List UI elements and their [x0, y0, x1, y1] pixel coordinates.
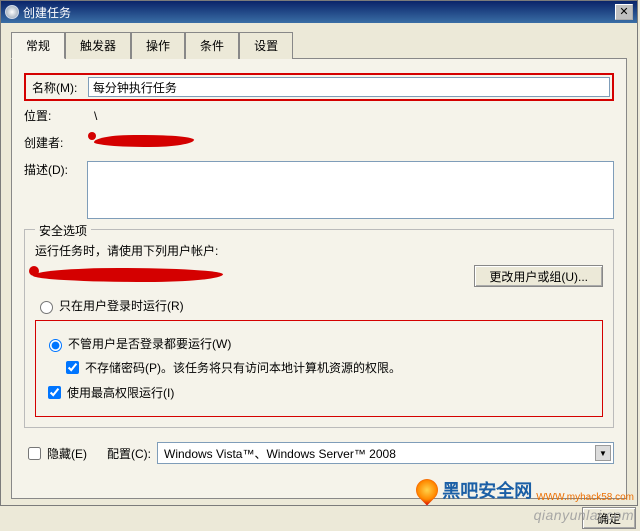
name-label: 名称(M): — [32, 79, 84, 96]
tab-conditions[interactable]: 条件 — [185, 32, 239, 59]
radio-logged-on-label: 只在用户登录时运行(R) — [59, 297, 184, 314]
radio-logged-on-input[interactable] — [40, 301, 53, 314]
chevron-down-icon[interactable]: ▼ — [595, 445, 611, 461]
no-password-input[interactable] — [66, 361, 79, 374]
radio-always-input[interactable] — [49, 339, 62, 352]
creator-label: 创建者: — [24, 134, 94, 151]
configure-for-label: 配置(C): — [107, 445, 151, 462]
radio-always-label: 不管用户是否登录都要运行(W) — [68, 335, 231, 352]
tab-triggers[interactable]: 触发器 — [65, 32, 131, 59]
tab-settings[interactable]: 设置 — [239, 32, 293, 59]
runas-account-row: 更改用户或组(U)... — [35, 265, 603, 287]
ok-button-wrap: 确定 — [582, 507, 636, 529]
hidden-label: 隐藏(E) — [47, 445, 87, 462]
security-legend: 安全选项 — [35, 222, 91, 239]
runas-text: 运行任务时，请使用下列用户帐户: — [35, 242, 603, 259]
tab-panel-general: 名称(M): 位置: \ 创建者: 描述(D): 安全选项 运行任务时，请使用下… — [11, 59, 627, 499]
highest-priv-label: 使用最高权限运行(I) — [67, 384, 174, 401]
description-textarea[interactable] — [87, 161, 615, 219]
name-input[interactable] — [88, 77, 610, 97]
location-row: 位置: \ — [24, 107, 614, 124]
run-options-highlight: 不管用户是否登录都要运行(W) 不存储密码(P)。该任务将只有访问本地计算机资源… — [35, 320, 603, 417]
hidden-input[interactable] — [28, 447, 41, 460]
checkbox-highest-privileges[interactable]: 使用最高权限运行(I) — [44, 383, 594, 402]
app-icon — [5, 5, 19, 19]
highest-priv-input[interactable] — [48, 386, 61, 399]
configure-for-select[interactable]: Windows Vista™、Windows Server™ 2008 ▼ — [157, 442, 614, 464]
checkbox-no-password[interactable]: 不存储密码(P)。该任务将只有访问本地计算机资源的权限。 — [62, 358, 594, 377]
bottom-row: 隐藏(E) 配置(C): Windows Vista™、Windows Serv… — [24, 442, 614, 464]
security-groupbox: 安全选项 运行任务时，请使用下列用户帐户: 更改用户或组(U)... 只在用户登… — [24, 229, 614, 428]
tab-actions[interactable]: 操作 — [131, 32, 185, 59]
no-password-label: 不存储密码(P)。该任务将只有访问本地计算机资源的权限。 — [85, 359, 401, 376]
change-user-button[interactable]: 更改用户或组(U)... — [474, 265, 603, 287]
location-value: \ — [94, 109, 614, 123]
name-row-highlight: 名称(M): — [24, 73, 614, 101]
configure-for-value: Windows Vista™、Windows Server™ 2008 — [164, 445, 396, 462]
creator-row: 创建者: — [24, 134, 614, 151]
location-label: 位置: — [24, 107, 94, 124]
creator-value-redacted — [94, 135, 614, 150]
create-task-window: 创建任务 ✕ 常规 触发器 操作 条件 设置 名称(M): 位置: \ 创建者: — [0, 0, 638, 506]
window-body: 常规 触发器 操作 条件 设置 名称(M): 位置: \ 创建者: 描述(D) — [1, 23, 637, 505]
tabstrip: 常规 触发器 操作 条件 设置 — [11, 31, 627, 59]
runas-account-redacted — [35, 268, 474, 285]
description-row: 描述(D): — [24, 161, 614, 219]
tab-general[interactable]: 常规 — [11, 32, 65, 59]
window-title: 创建任务 — [23, 4, 615, 21]
checkbox-hidden[interactable]: 隐藏(E) — [24, 444, 87, 463]
radio-run-when-logged-on[interactable]: 只在用户登录时运行(R) — [35, 297, 603, 314]
close-button[interactable]: ✕ — [615, 4, 633, 20]
description-label: 描述(D): — [24, 161, 87, 178]
ok-button[interactable]: 确定 — [582, 507, 636, 529]
radio-run-always[interactable]: 不管用户是否登录都要运行(W) — [44, 335, 594, 352]
titlebar[interactable]: 创建任务 ✕ — [1, 1, 637, 23]
